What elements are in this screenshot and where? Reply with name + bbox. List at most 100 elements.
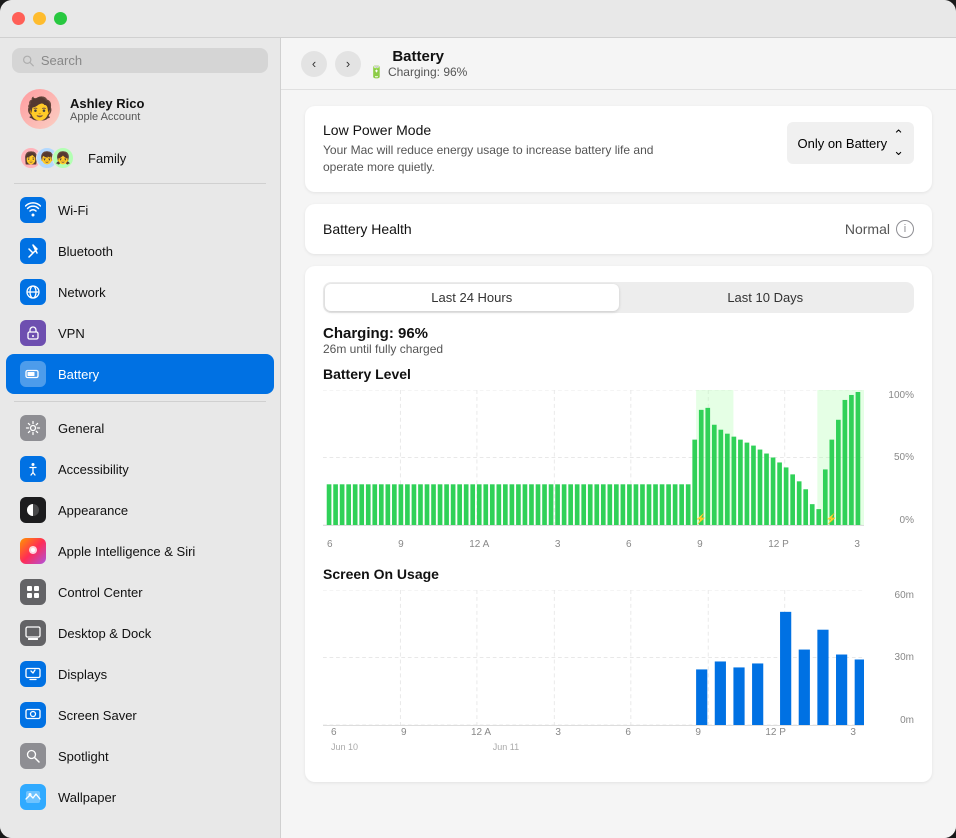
low-power-title: Low Power Mode (323, 122, 787, 138)
siri-icon (20, 538, 46, 564)
screensaver-icon (20, 702, 46, 728)
battery-x-label-6b: 6 (626, 539, 632, 550)
sidebar-item-displays[interactable]: Displays (6, 654, 274, 694)
battery-x-label-3a: 3 (555, 539, 561, 550)
sidebar-item-label-appearance: Appearance (58, 503, 128, 518)
sidebar-item-spotlight[interactable]: Spotlight (6, 736, 274, 776)
svg-text:⚡: ⚡ (826, 512, 838, 524)
battery-x-labels: 6 9 12 A 3 6 9 12 P 3 (323, 539, 864, 550)
wifi-icon (20, 197, 46, 223)
battery-x-label-9a: 9 (398, 539, 404, 550)
battery-x-label-3p: 3 (854, 539, 860, 550)
battery-x-label-9b: 9 (697, 539, 703, 550)
tab-10d[interactable]: Last 10 Days (619, 284, 913, 311)
page-title: Battery (392, 48, 444, 65)
sidebar-item-accessibility[interactable]: Accessibility (6, 449, 274, 489)
dropdown-chevron-icon: ⌃⌄ (893, 127, 904, 159)
sidebar-item-label-wallpaper: Wallpaper (58, 790, 116, 805)
wallpaper-icon (20, 784, 46, 810)
displays-icon (20, 661, 46, 687)
user-info: Ashley Rico Apple Account (70, 96, 144, 123)
sidebar-item-family[interactable]: 👩 👦 👧 Family (6, 141, 274, 175)
sidebar-item-label-displays: Displays (58, 667, 107, 682)
page-subtitle: 🔋 Charging: 96% (369, 65, 467, 79)
sidebar-item-bluetooth[interactable]: Bluetooth (6, 231, 274, 271)
info-button[interactable]: i (896, 220, 914, 238)
search-icon (22, 54, 35, 68)
sidebar-item-vpn[interactable]: VPN (6, 313, 274, 353)
sidebar-item-appearance[interactable]: Appearance (6, 490, 274, 530)
sidebar-item-label-battery: Battery (58, 367, 99, 382)
search-input[interactable] (41, 53, 258, 68)
appearance-icon (20, 497, 46, 523)
accessibility-icon (20, 456, 46, 482)
battery-health-title: Battery Health (323, 221, 412, 237)
sidebar-item-siri[interactable]: Apple Intelligence & Siri (6, 531, 274, 571)
low-power-dropdown[interactable]: Only on Battery ⌃⌄ (787, 122, 914, 164)
sidebar-item-screensaver[interactable]: Screen Saver (6, 695, 274, 735)
forward-button[interactable]: › (335, 51, 361, 77)
family-label: Family (88, 151, 126, 166)
screen-date-jun10: Jun 10 (331, 742, 358, 752)
svg-text:⚡: ⚡ (695, 512, 707, 524)
sidebar-item-label-general: General (58, 421, 104, 436)
vpn-icon (20, 320, 46, 346)
back-button[interactable]: ‹ (301, 51, 327, 77)
sidebar-item-general[interactable]: General (6, 408, 274, 448)
low-power-card: Low Power Mode Your Mac will reduce ener… (305, 106, 932, 192)
screen-x-label-3b: 3 (850, 727, 856, 738)
charging-title: Charging: 96% (323, 325, 914, 342)
screen-x-label-12p: 12 P (765, 727, 786, 738)
battery-y-labels: 100% 50% 0% (868, 390, 914, 526)
sidebar-item-wallpaper[interactable]: Wallpaper (6, 777, 274, 817)
title-bar (0, 0, 956, 38)
screen-y-label-30m: 30m (895, 652, 914, 663)
control-center-icon (20, 579, 46, 605)
battery-chart-title: Battery Level (323, 366, 914, 382)
family-avatar-3: 👧 (52, 147, 74, 169)
info-icon: i (904, 223, 906, 235)
screen-x-label-9a: 9 (401, 727, 407, 738)
low-power-row: Low Power Mode Your Mac will reduce ener… (323, 122, 914, 176)
battery-icon-header: 🔋 (369, 65, 384, 79)
battery-x-label-12p: 12 P (768, 539, 789, 550)
sidebar-divider-1 (14, 183, 266, 184)
sidebar-item-label-screensaver: Screen Saver (58, 708, 137, 723)
screen-y-label-0m: 0m (900, 715, 914, 726)
sidebar-item-battery[interactable]: Battery (6, 354, 274, 394)
close-button[interactable] (12, 12, 25, 25)
sidebar-item-label-network: Network (58, 285, 106, 300)
battery-health-status: Normal i (845, 220, 914, 238)
sidebar-item-control[interactable]: Control Center (6, 572, 274, 612)
bluetooth-icon (20, 238, 46, 264)
battery-health-value: Normal (845, 221, 890, 237)
low-power-desc: Your Mac will reduce energy usage to inc… (323, 142, 663, 176)
minimize-button[interactable] (33, 12, 46, 25)
sidebar-item-wifi[interactable]: Wi-Fi (6, 190, 274, 230)
screen-usage-chart-section: Screen On Usage (323, 566, 914, 750)
maximize-button[interactable] (54, 12, 67, 25)
user-profile[interactable]: 🧑 Ashley Rico Apple Account (6, 81, 274, 137)
battery-health-card: Battery Health Normal i (305, 204, 932, 254)
sidebar-item-label-bluetooth: Bluetooth (58, 244, 113, 259)
main-inner: Low Power Mode Your Mac will reduce ener… (281, 90, 956, 838)
content-area: 🧑 Ashley Rico Apple Account 👩 👦 👧 Family (0, 38, 956, 838)
sidebar-item-desktop[interactable]: Desktop & Dock (6, 613, 274, 653)
sidebar-item-label-desktop: Desktop & Dock (58, 626, 151, 641)
battery-y-label-0: 0% (900, 515, 914, 526)
main-window: 🧑 Ashley Rico Apple Account 👩 👦 👧 Family (0, 0, 956, 838)
battery-x-label-6a: 6 (327, 539, 333, 550)
search-bar[interactable] (12, 48, 268, 73)
battery-x-label-12a: 12 A (469, 539, 489, 550)
main-content: ‹ › Battery 🔋 Charging: 96% Low Power Mo… (280, 38, 956, 838)
page-title-area: Battery 🔋 Charging: 96% (369, 48, 467, 79)
sidebar-divider-2 (14, 401, 266, 402)
sidebar-item-network[interactable]: Network (6, 272, 274, 312)
battery-y-label-100: 100% (888, 390, 914, 401)
dropdown-label: Only on Battery (797, 136, 887, 151)
sidebar-item-label-siri: Apple Intelligence & Siri (58, 544, 195, 559)
tab-24h[interactable]: Last 24 Hours (325, 284, 619, 311)
battery-chart-container: ⚡ ⚡ 100% 50% 0% 6 9 (323, 390, 914, 550)
traffic-lights (12, 12, 67, 25)
battery-chart-svg: ⚡ ⚡ (323, 390, 864, 525)
